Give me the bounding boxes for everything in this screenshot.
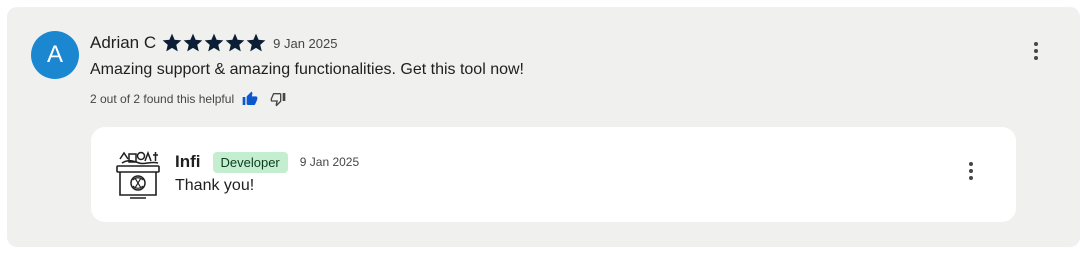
star-icon xyxy=(204,33,224,52)
review-date: 9 Jan 2025 xyxy=(273,35,338,51)
more-vert-icon xyxy=(969,162,973,166)
avatar: A xyxy=(31,31,79,79)
reply-text: Thank you! xyxy=(175,177,255,194)
reply-more-button[interactable] xyxy=(961,159,981,183)
review-more-button[interactable] xyxy=(1026,39,1046,63)
author-name: Adrian C xyxy=(90,33,157,52)
helpful-count: 2 out of 2 found this helpful xyxy=(90,92,235,106)
review-card: A Adrian C 9 Jan 2025 Amazing support & … xyxy=(7,7,1080,247)
review-header: Adrian C 9 Jan 2025 xyxy=(90,33,337,53)
more-vert-icon-dot xyxy=(1034,56,1038,60)
star-icon xyxy=(246,33,266,52)
star-rating xyxy=(162,33,266,53)
infi-logo-icon xyxy=(114,149,164,201)
more-vert-icon-dot xyxy=(969,169,973,173)
star-icon xyxy=(225,33,245,52)
more-vert-icon-dot xyxy=(1034,49,1038,53)
thumb-down-icon[interactable] xyxy=(269,90,287,108)
developer-name: Infi xyxy=(175,152,201,171)
developer-reply-header: Infi Developer 9 Jan 2025 xyxy=(175,151,359,173)
more-vert-icon xyxy=(1034,42,1038,46)
developer-reply: Infi Developer 9 Jan 2025 Thank you! xyxy=(91,127,1016,222)
star-icon xyxy=(183,33,203,52)
review-text: Amazing support & amazing functionalitie… xyxy=(90,61,524,78)
star-icon xyxy=(162,33,182,52)
reply-date: 9 Jan 2025 xyxy=(299,155,360,169)
more-vert-icon-dot xyxy=(969,176,973,180)
helpful-row: 2 out of 2 found this helpful xyxy=(90,90,297,108)
thumb-up-icon[interactable] xyxy=(241,90,259,108)
developer-badge: Developer xyxy=(212,151,288,173)
